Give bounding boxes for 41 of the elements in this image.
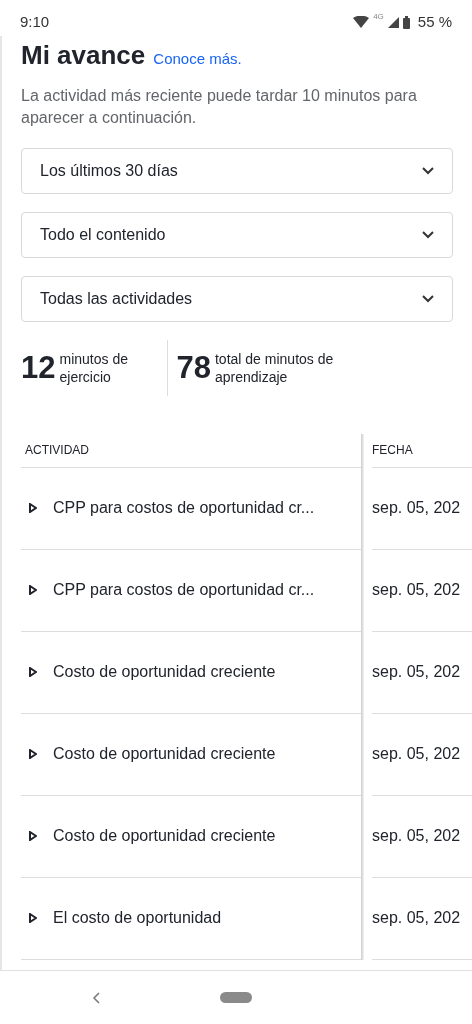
activity-name: Costo de oportunidad creciente: [53, 662, 276, 683]
expand-icon[interactable]: [29, 913, 37, 924]
date-cell-text: sep. 05, 202: [372, 662, 461, 683]
battery-icon: [402, 15, 410, 29]
column-header: ACTIVIDAD: [25, 442, 89, 460]
stat-label: minutos de ejercicio: [59, 349, 129, 386]
filter-dropdown[interactable]: Todas las actividades: [21, 275, 453, 322]
date-cell-text: sep. 05, 202: [372, 908, 461, 929]
activity-name: CPP para costos de oportunidad cr...: [53, 498, 315, 519]
chevron-down-icon: [422, 166, 434, 175]
back-icon[interactable]: [92, 991, 100, 1004]
date-cell-text: sep. 05, 202: [372, 744, 461, 765]
stat-label: total de minutos de aprendizaje: [214, 349, 335, 386]
expand-icon[interactable]: [29, 749, 37, 760]
home-button[interactable]: [220, 992, 252, 1003]
date-cell-text: sep. 05, 202: [372, 826, 461, 847]
page-title: Mi avance: [21, 39, 146, 72]
network-label: 4G: [373, 10, 384, 23]
stat-number: 12: [21, 352, 56, 384]
expand-icon[interactable]: [29, 667, 37, 678]
column-header: FECHA: [372, 442, 413, 460]
filter-dropdown[interactable]: Todo el contenido: [21, 211, 453, 258]
expand-icon[interactable]: [29, 503, 37, 514]
activity-name: El costo de oportunidad: [53, 908, 222, 929]
activity-name: CPP para costos de oportunidad cr...: [53, 580, 315, 601]
chevron-down-icon: [422, 294, 434, 303]
expand-icon[interactable]: [29, 831, 37, 842]
expand-icon[interactable]: [29, 585, 37, 596]
signal-icon: [387, 16, 399, 28]
stat-number: 78: [176, 352, 211, 384]
activity-name: Costo de oportunidad creciente: [53, 826, 276, 847]
battery-level: 55 %: [417, 11, 452, 32]
date-cell-text: sep. 05, 202: [372, 498, 461, 519]
wifi-icon: [353, 16, 370, 28]
activity-name: Costo de oportunidad creciente: [53, 744, 276, 765]
learn-more-link[interactable]: Conoce más.: [153, 48, 242, 71]
date-cell-text: sep. 05, 202: [372, 580, 461, 601]
filter-dropdown[interactable]: Los últimos 30 días: [21, 147, 453, 194]
chevron-down-icon: [422, 230, 434, 239]
description-text: La actividad más reciente puede tardar 10 minutos para aparecer a continuación.: [21, 86, 418, 129]
clock-time: 9:10: [20, 11, 50, 32]
